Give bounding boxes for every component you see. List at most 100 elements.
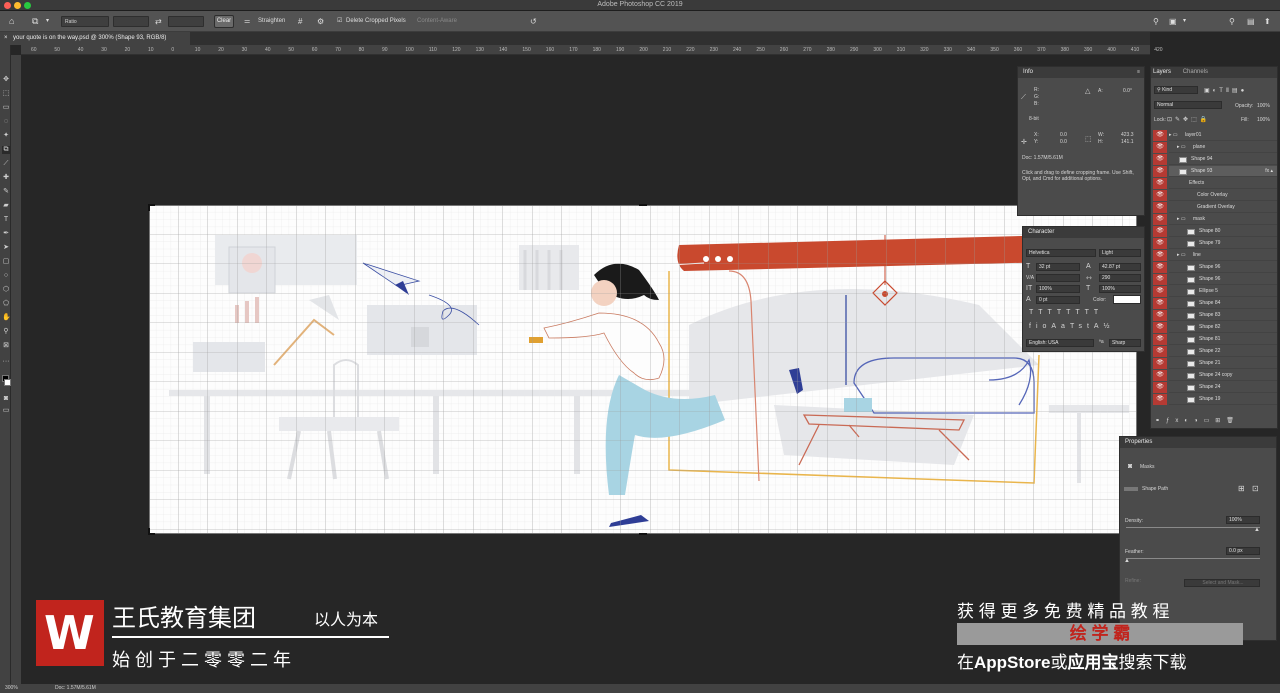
visibility-eye-icon[interactable]: 👁: [1153, 226, 1167, 237]
width-field[interactable]: [113, 16, 149, 27]
visibility-eye-icon[interactable]: 👁: [1153, 214, 1167, 225]
workspace-chevron-icon[interactable]: ▾: [1183, 16, 1186, 27]
visibility-eye-icon[interactable]: 👁: [1153, 154, 1167, 165]
visibility-eye-icon[interactable]: 👁: [1153, 142, 1167, 153]
density-field[interactable]: 100%: [1226, 516, 1260, 524]
ratio-select[interactable]: Ratio: [61, 16, 109, 27]
layer-row[interactable]: 👁 Shape 21: [1153, 358, 1277, 369]
height-field[interactable]: [168, 16, 204, 27]
visibility-eye-icon[interactable]: 👁: [1153, 394, 1167, 405]
crop-handle[interactable]: [148, 204, 155, 211]
panel-menu-icon[interactable]: ≡: [1137, 69, 1140, 75]
content-aware-label[interactable]: Content-Aware: [417, 16, 457, 27]
artboard-tool-icon[interactable]: ⬚: [2, 90, 10, 98]
density-slider[interactable]: [1126, 527, 1260, 528]
type-style-buttons[interactable]: TTTTTTTT: [1029, 309, 1103, 316]
crop-handle[interactable]: [639, 533, 647, 535]
layer-row[interactable]: 👁 Shape 96: [1153, 274, 1277, 285]
feather-slider[interactable]: [1126, 558, 1260, 559]
swap-icon[interactable]: ⇄: [155, 16, 162, 27]
layer-row[interactable]: 👁 Shape 93 fx ▴: [1153, 166, 1277, 177]
rectangle-tool-icon[interactable]: ▢: [2, 258, 10, 266]
fill-value[interactable]: 100%: [1257, 117, 1270, 123]
visibility-eye-icon[interactable]: 👁: [1153, 274, 1167, 285]
anti-alias-select[interactable]: Sharp: [1109, 339, 1141, 347]
visibility-eye-icon[interactable]: 👁: [1153, 130, 1167, 141]
document-canvas[interactable]: [149, 205, 1137, 534]
background-color-swatch[interactable]: [4, 379, 11, 386]
marquee-tool-icon[interactable]: ▭: [2, 104, 10, 112]
layer-row[interactable]: 👁 Color Overlay: [1153, 190, 1277, 201]
path-selection-tool-icon[interactable]: ➤: [2, 244, 10, 252]
feather-slider-handle[interactable]: ▲: [1124, 558, 1130, 564]
clear-button[interactable]: Clear: [214, 15, 234, 28]
leading-field[interactable]: 42.87 pt: [1099, 263, 1141, 271]
magic-wand-tool-icon[interactable]: ✦: [2, 132, 10, 140]
brush-tool-icon[interactable]: ✎: [2, 188, 10, 196]
straighten-label[interactable]: Straighten: [258, 16, 285, 27]
pentagon-tool-icon[interactable]: ⬠: [2, 300, 10, 308]
folder-icon[interactable]: ▸ ▭: [1177, 214, 1186, 225]
layer-row[interactable]: 👁 Shape 24 copy: [1153, 370, 1277, 381]
layer-row[interactable]: 👁 ▸ ▭ line: [1153, 250, 1277, 261]
move-tool-icon[interactable]: ✥: [2, 76, 10, 84]
layer-row[interactable]: 👁 Ellipse 5: [1153, 286, 1277, 297]
language-select[interactable]: English: USA: [1026, 339, 1094, 347]
crop-tool-icon[interactable]: ⧉: [2, 146, 10, 154]
layers-footer-icons[interactable]: ⚭ƒx◐◑▭⊞🗑: [1155, 417, 1240, 424]
healing-brush-tool-icon[interactable]: ✚: [2, 174, 10, 182]
custom-shape-tool-icon[interactable]: ⬡: [2, 286, 10, 294]
visibility-eye-icon[interactable]: 👁: [1153, 262, 1167, 273]
search-icon[interactable]: ⚲: [1153, 16, 1159, 27]
visibility-eye-icon[interactable]: 👁: [1153, 250, 1167, 261]
search-icon[interactable]: ⚲: [1229, 16, 1235, 27]
layer-row[interactable]: 👁 Gradient Overlay: [1153, 202, 1277, 213]
kerning-field[interactable]: [1036, 274, 1080, 282]
layer-row[interactable]: 👁 Shape 80: [1153, 226, 1277, 237]
lasso-tool-icon[interactable]: ◌: [2, 118, 10, 126]
crop-handle[interactable]: [148, 528, 155, 535]
horizontal-scale-field[interactable]: 100%: [1099, 285, 1141, 293]
type-tool-icon[interactable]: T: [2, 216, 10, 224]
character-panel-title[interactable]: Character: [1023, 227, 1144, 238]
visibility-eye-icon[interactable]: 👁: [1153, 166, 1167, 177]
quick-mask-icon[interactable]: ◙: [2, 395, 10, 403]
crop-handle[interactable]: [639, 204, 647, 206]
visibility-eye-icon[interactable]: 👁: [1153, 310, 1167, 321]
zoom-tool-icon[interactable]: ⚲: [2, 328, 10, 336]
visibility-eye-icon[interactable]: 👁: [1153, 178, 1167, 189]
opacity-value[interactable]: 100%: [1257, 103, 1270, 109]
folder-icon[interactable]: ▸ ▭: [1177, 142, 1186, 153]
add-pixel-mask-icon[interactable]: ⊞: [1238, 484, 1245, 493]
gear-icon[interactable]: ⚙: [317, 16, 324, 27]
screen-mode-icon[interactable]: ▭: [2, 407, 10, 415]
properties-panel-title[interactable]: Properties: [1120, 437, 1276, 448]
more-tools-icon[interactable]: ···: [2, 358, 10, 366]
folder-icon[interactable]: ▸ ▭: [1169, 130, 1178, 141]
density-slider-handle[interactable]: ▲: [1254, 527, 1260, 533]
font-style-select[interactable]: Light: [1099, 249, 1141, 257]
visibility-eye-icon[interactable]: 👁: [1153, 358, 1167, 369]
layer-row[interactable]: 👁 Shape 22: [1153, 346, 1277, 357]
eyedropper-tool-icon[interactable]: ⟋: [2, 160, 10, 168]
close-tab-icon[interactable]: ×: [4, 32, 8, 45]
layer-row[interactable]: 👁 Shape 79: [1153, 238, 1277, 249]
visibility-eye-icon[interactable]: 👁: [1153, 238, 1167, 249]
zoom-level[interactable]: 300%: [5, 684, 18, 693]
text-color-swatch[interactable]: [1113, 295, 1141, 304]
opentype-buttons[interactable]: fioAaTstA½: [1029, 323, 1114, 330]
grid-overlay-icon[interactable]: #: [298, 16, 302, 27]
layer-row[interactable]: 👁 Shape 83: [1153, 310, 1277, 321]
visibility-eye-icon[interactable]: 👁: [1153, 346, 1167, 357]
home-icon[interactable]: ⌂: [9, 16, 14, 27]
effects-icon[interactable]: fx ▴: [1265, 166, 1273, 177]
layers-tab[interactable]: Layers: [1153, 69, 1171, 75]
hand-tool-icon[interactable]: ✋: [2, 314, 11, 322]
visibility-eye-icon[interactable]: 👁: [1153, 322, 1167, 333]
share-icon[interactable]: ⬆: [1264, 16, 1271, 27]
visibility-eye-icon[interactable]: 👁: [1153, 382, 1167, 393]
layer-row[interactable]: 👁 ▸ ▭ plane: [1153, 142, 1277, 153]
layer-row[interactable]: 👁 Shape 24: [1153, 382, 1277, 393]
chevron-down-icon[interactable]: ▾: [46, 16, 49, 27]
select-and-mask-button[interactable]: Select and Mask...: [1184, 579, 1260, 587]
